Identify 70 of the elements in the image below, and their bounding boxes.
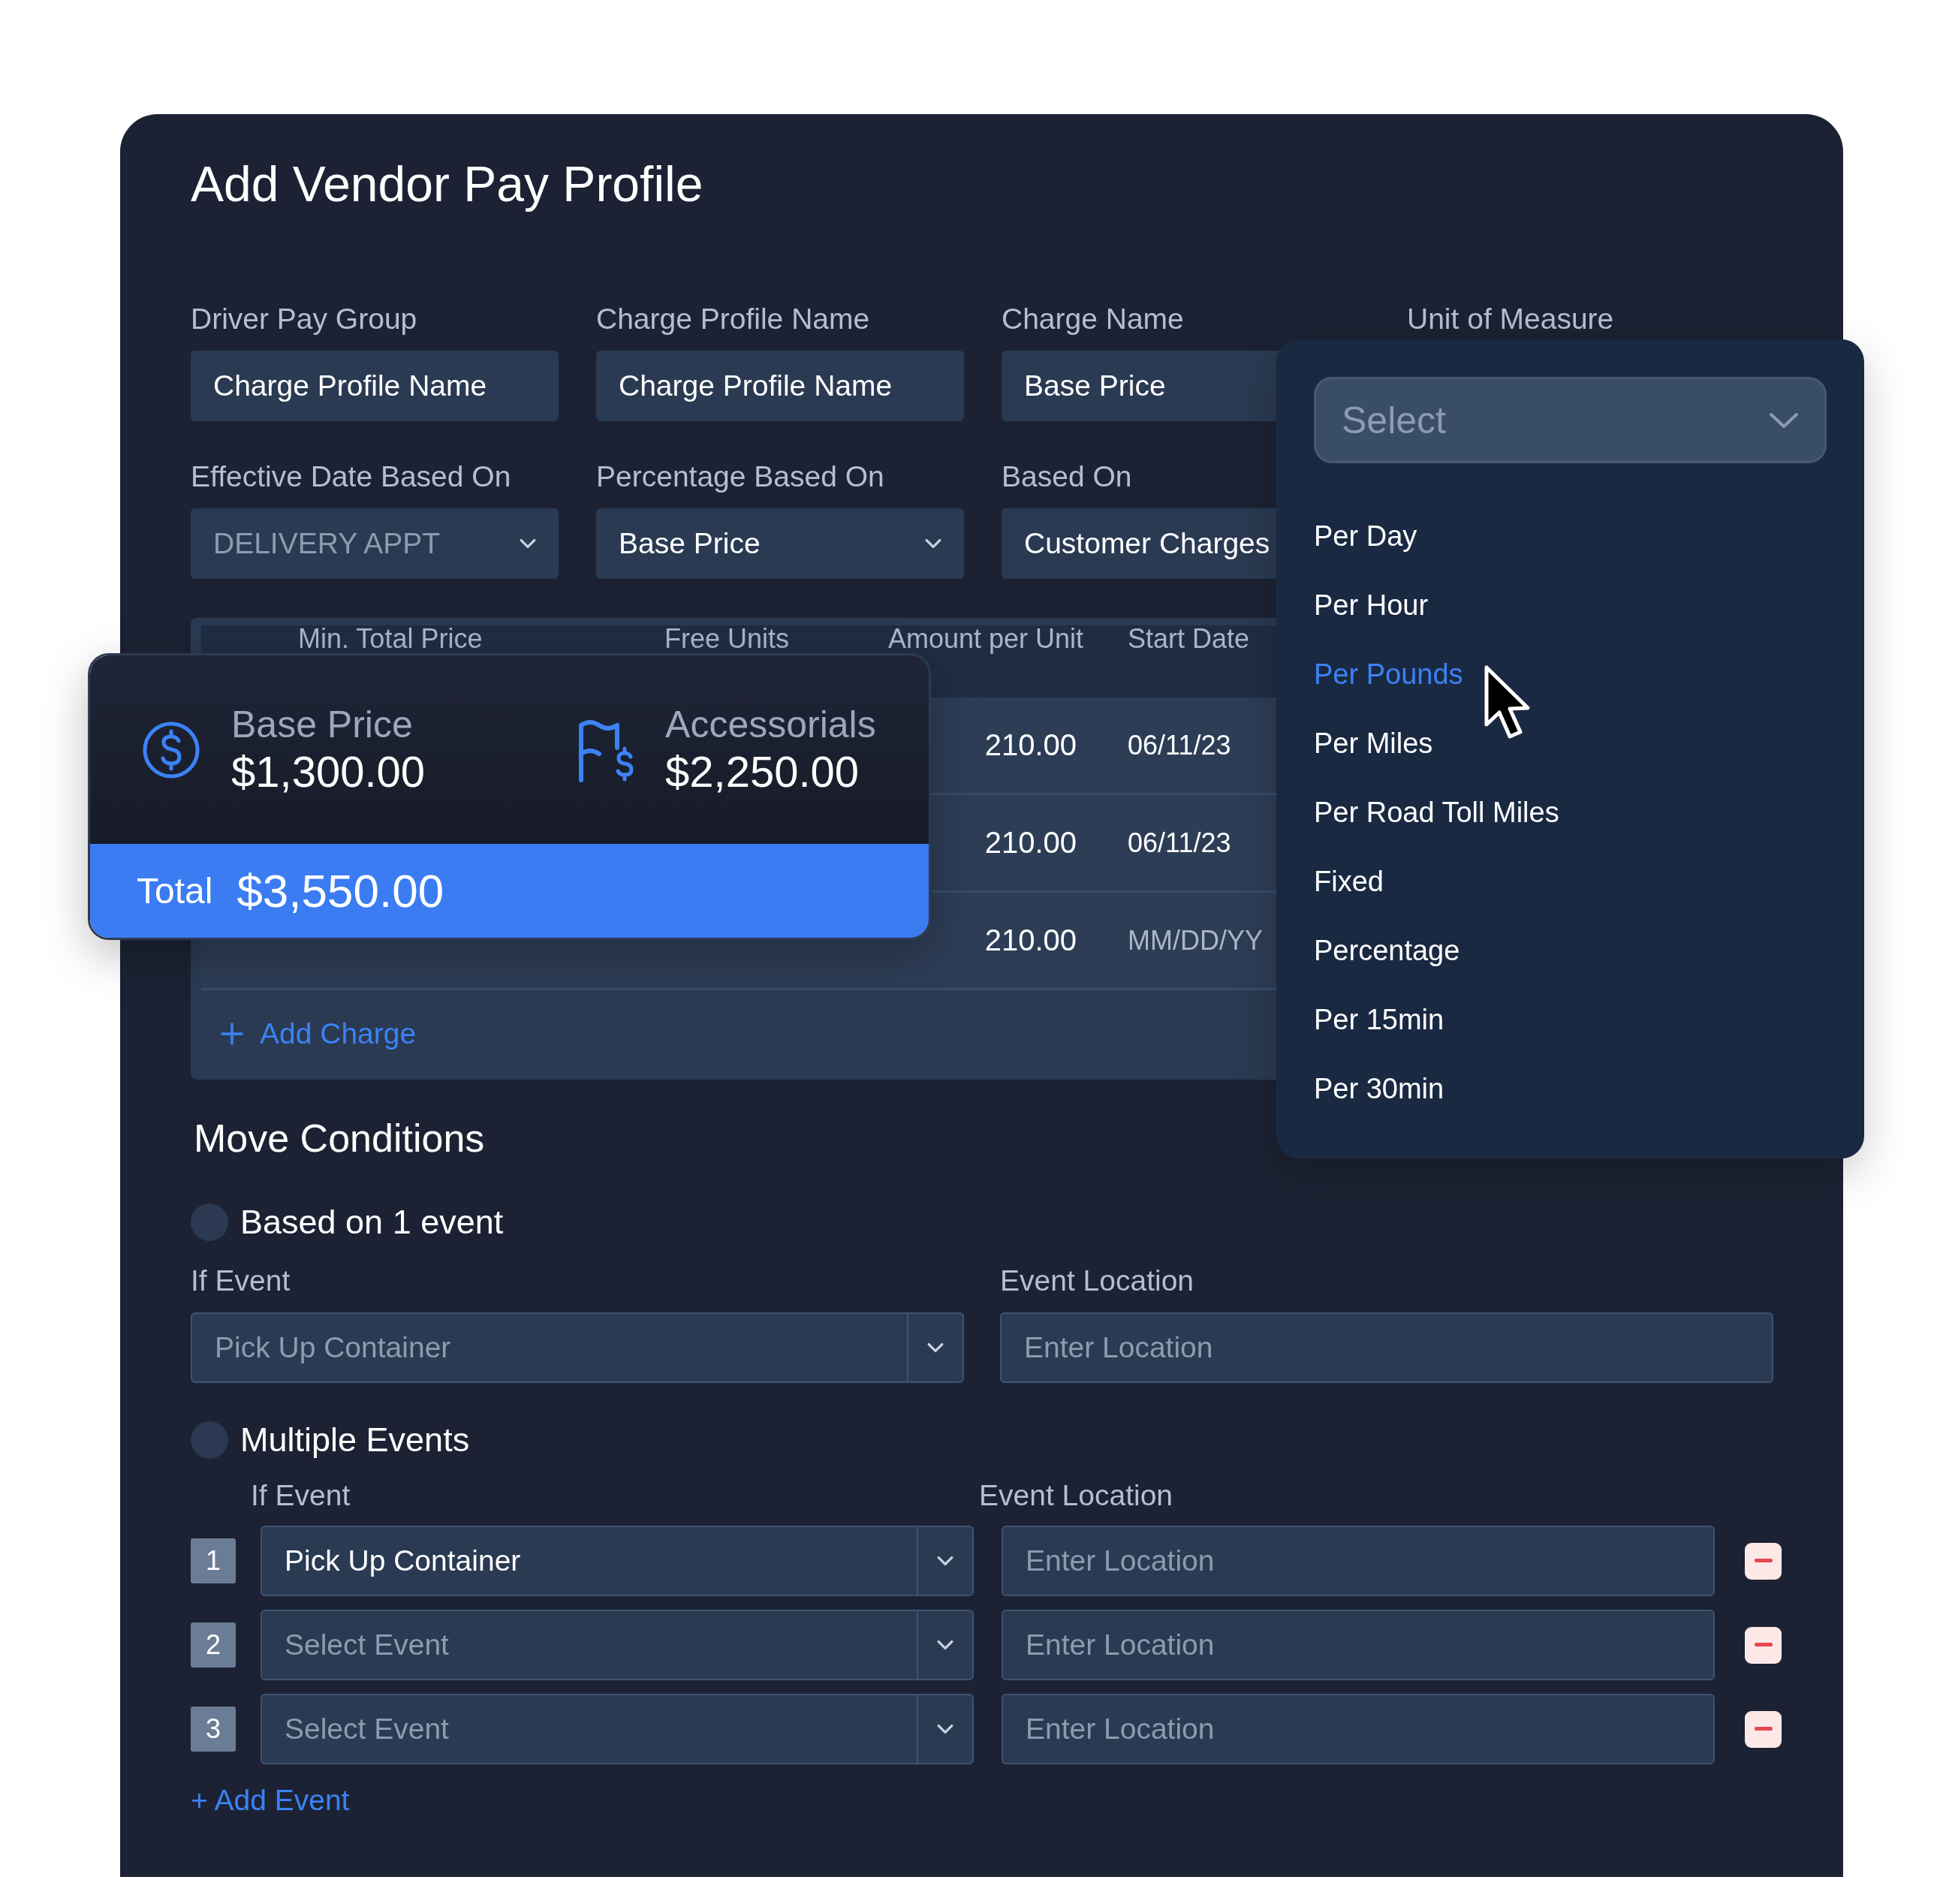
field-label: Based On bbox=[1002, 460, 1133, 493]
chevron-down-icon bbox=[925, 538, 941, 549]
chevron-down-icon bbox=[1769, 411, 1799, 429]
field-label: Charge Profile Name bbox=[596, 303, 871, 336]
location-field[interactable]: Enter Location bbox=[1002, 1526, 1715, 1596]
column-header: Amount per Unit bbox=[888, 625, 1084, 652]
column-header: Free Units bbox=[664, 625, 790, 652]
add-event-link[interactable]: + Add Event bbox=[191, 1784, 350, 1817]
total-label: Total bbox=[137, 870, 213, 911]
table-cell-text: 210.00 bbox=[984, 923, 1077, 957]
field-label: Unit of Measure bbox=[1407, 303, 1615, 336]
dropdown-option[interactable]: Per Road Toll Miles bbox=[1314, 778, 1559, 847]
dropdown-option[interactable]: Per Miles bbox=[1314, 709, 1433, 778]
location-field[interactable]: Enter Location bbox=[1000, 1312, 1773, 1383]
chevron-down-icon bbox=[937, 1556, 953, 1566]
page-title: Add Vendor Pay Profile bbox=[191, 155, 704, 212]
field-label: Effective Date Based On bbox=[191, 460, 512, 493]
section-title: Move Conditions bbox=[194, 1116, 486, 1161]
field-label: If Event bbox=[251, 1479, 351, 1512]
step-number: 2 bbox=[191, 1622, 236, 1668]
chevron-down-icon bbox=[937, 1640, 953, 1650]
field-label: Driver Pay Group bbox=[191, 303, 418, 336]
minus-icon bbox=[1754, 1643, 1773, 1646]
summary-amount: $1,300.00 bbox=[231, 746, 426, 797]
select-field[interactable]: DELIVERY APPT bbox=[191, 508, 559, 579]
chevron-down-icon bbox=[927, 1342, 944, 1353]
minus-icon bbox=[1754, 1727, 1773, 1731]
field-label: Event Location bbox=[979, 1479, 1173, 1512]
step-number: 1 bbox=[191, 1538, 236, 1583]
text-field[interactable]: Charge Profile Name bbox=[596, 351, 964, 421]
field-label: Percentage Based On bbox=[596, 460, 885, 493]
table-cell-text: 210.00 bbox=[984, 728, 1077, 762]
plus-icon bbox=[221, 1023, 243, 1045]
table-cell: 06/11/23 bbox=[1128, 729, 1231, 761]
chevron-down-icon bbox=[937, 1724, 953, 1734]
column-header: Start Date bbox=[1128, 625, 1250, 652]
select-field[interactable]: Pick Up Container bbox=[261, 1526, 974, 1596]
chevron-down-icon bbox=[520, 538, 536, 549]
text-field[interactable]: Charge Profile Name bbox=[191, 351, 559, 421]
remove-button[interactable] bbox=[1745, 1710, 1782, 1748]
radio-button[interactable] bbox=[191, 1421, 228, 1459]
option-label: Multiple Events bbox=[240, 1420, 470, 1460]
table-cell: 06/11/23 bbox=[1128, 827, 1231, 859]
field-label: Charge Name bbox=[1002, 303, 1185, 336]
minus-icon bbox=[1754, 1559, 1773, 1562]
dropdown-option[interactable]: Fixed bbox=[1314, 847, 1384, 916]
location-field[interactable]: Enter Location bbox=[1002, 1610, 1715, 1680]
summary-label: Base Price bbox=[231, 703, 414, 746]
dropdown-option[interactable]: Per 15min bbox=[1314, 985, 1444, 1054]
column-header: Min. Total Price bbox=[298, 625, 483, 652]
remove-button[interactable] bbox=[1745, 1626, 1782, 1664]
step-number: 3 bbox=[191, 1707, 236, 1752]
select-field[interactable]: Base Price bbox=[596, 508, 964, 579]
table-cell-text: 210.00 bbox=[984, 826, 1077, 860]
select-field[interactable]: Pick Up Container bbox=[191, 1312, 964, 1383]
location-field[interactable]: Enter Location bbox=[1002, 1694, 1715, 1764]
radio-button[interactable] bbox=[191, 1204, 228, 1241]
summary-amount: $2,250.00 bbox=[665, 746, 860, 797]
option-label: Based on 1 event bbox=[240, 1203, 504, 1242]
summary-label: Accessorials bbox=[665, 703, 876, 746]
field-label: If Event bbox=[191, 1264, 291, 1297]
select-field[interactable]: Select Event bbox=[261, 1694, 974, 1764]
dropdown-option[interactable]: Per 30min bbox=[1314, 1054, 1444, 1123]
date-field[interactable]: MM/DD/YY bbox=[1128, 924, 1263, 957]
field-label: Event Location bbox=[1000, 1264, 1194, 1297]
select-field[interactable]: Select Event bbox=[261, 1610, 974, 1680]
total-amount: $3,550.00 bbox=[236, 864, 444, 917]
remove-button[interactable] bbox=[1745, 1542, 1782, 1580]
dropdown-option[interactable]: Per Pounds bbox=[1314, 640, 1463, 709]
dropdown-option[interactable]: Percentage bbox=[1314, 916, 1460, 985]
